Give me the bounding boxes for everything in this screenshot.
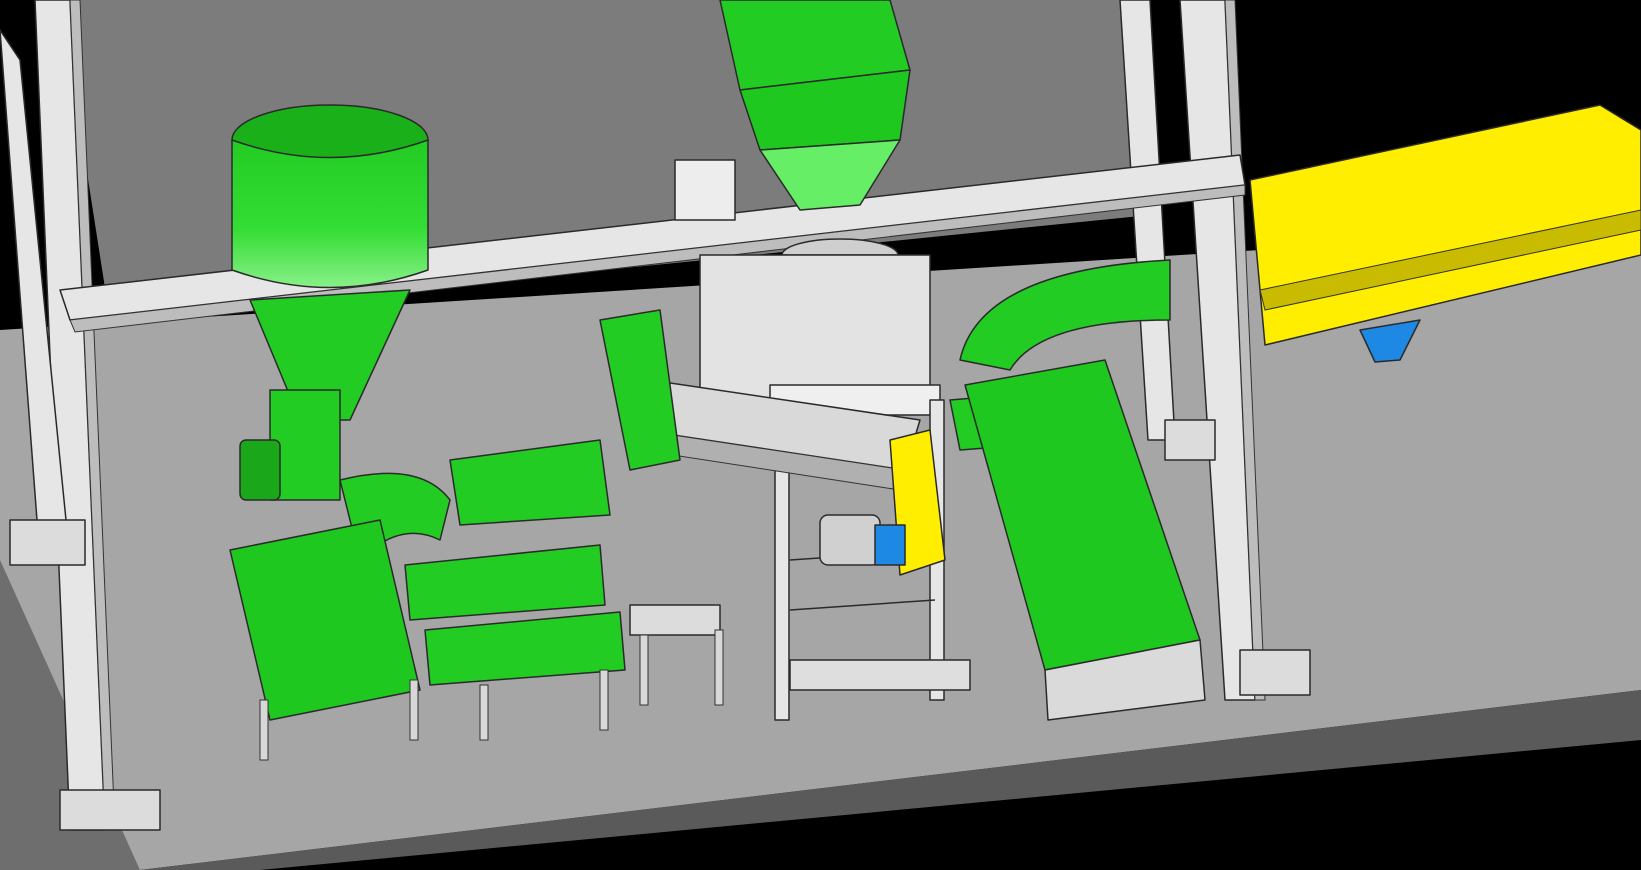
cad-viewport [0,0,1641,870]
